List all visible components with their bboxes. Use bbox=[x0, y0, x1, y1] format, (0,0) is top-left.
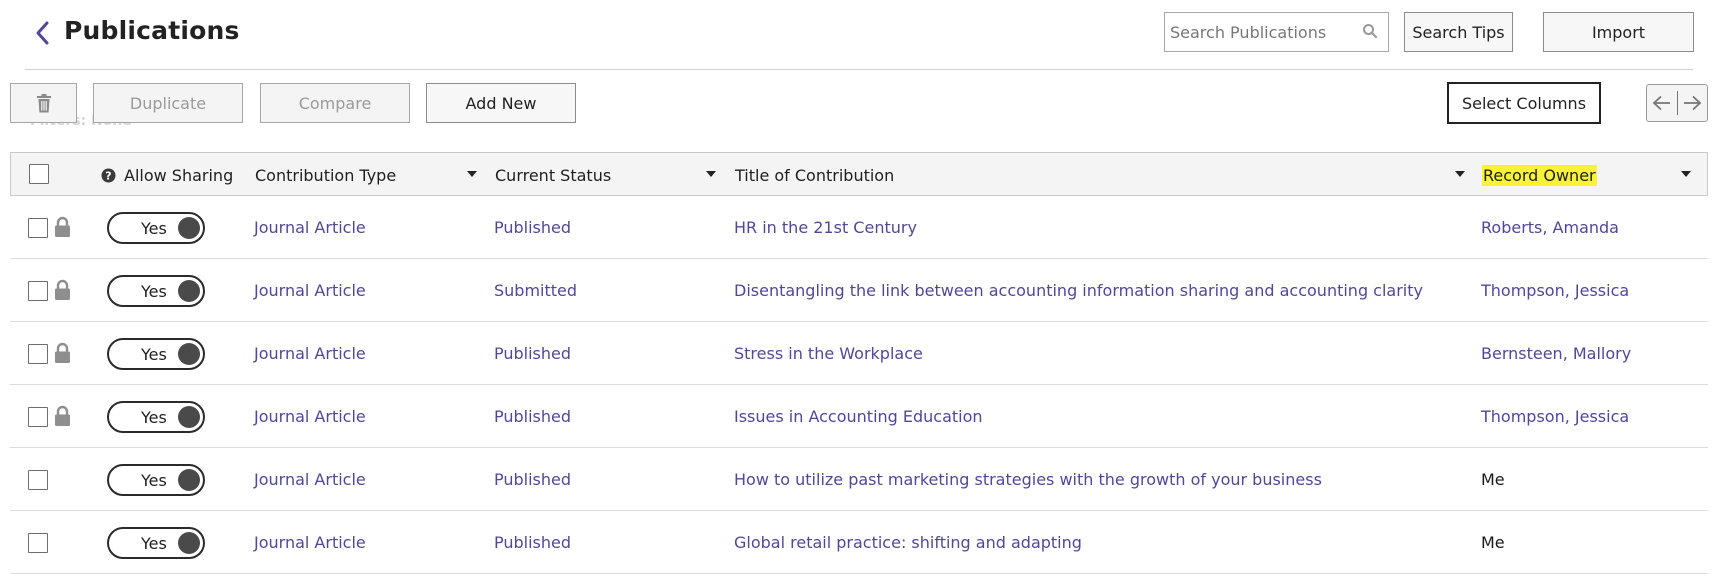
table-row: Yes Journal Article Published Global ret… bbox=[10, 511, 1708, 574]
title-link[interactable]: Global retail practice: shifting and ada… bbox=[734, 511, 1082, 574]
arrow-left-icon bbox=[1652, 95, 1670, 111]
row-checkbox[interactable] bbox=[28, 407, 48, 427]
contribution-type-link[interactable]: Journal Article bbox=[254, 322, 366, 385]
import-button[interactable]: Import bbox=[1543, 12, 1694, 52]
search-tips-button[interactable]: Search Tips bbox=[1404, 12, 1513, 52]
contribution-type-link[interactable]: Journal Article bbox=[254, 511, 366, 574]
contribution-type-link[interactable]: Journal Article bbox=[254, 448, 366, 511]
row-checkbox[interactable] bbox=[28, 470, 48, 490]
table-row: Yes Journal Article Published How to uti… bbox=[10, 448, 1708, 511]
record-owner[interactable]: Thompson, Jessica bbox=[1481, 259, 1629, 322]
row-checkbox[interactable] bbox=[28, 344, 48, 364]
title-link[interactable]: Stress in the Workplace bbox=[734, 322, 923, 385]
trash-icon bbox=[36, 93, 51, 112]
allow-sharing-toggle[interactable]: Yes bbox=[107, 275, 205, 307]
contribution-type-link[interactable]: Journal Article bbox=[254, 196, 366, 259]
allow-sharing-toggle[interactable]: Yes bbox=[107, 401, 205, 433]
sort-caret-icon[interactable] bbox=[1455, 171, 1465, 177]
compare-button[interactable]: Compare bbox=[260, 83, 410, 123]
toggle-knob bbox=[178, 532, 200, 554]
table-row: Yes Journal Article Submitted Disentangl… bbox=[10, 259, 1708, 322]
record-owner[interactable]: Bernsteen, Mallory bbox=[1481, 322, 1631, 385]
add-new-button[interactable]: Add New bbox=[426, 83, 576, 123]
record-owner[interactable]: Thompson, Jessica bbox=[1481, 385, 1629, 448]
row-checkbox[interactable] bbox=[28, 533, 48, 553]
column-record-owner-label: Record Owner bbox=[1482, 164, 1597, 186]
title-link[interactable]: How to utilize past marketing strategies… bbox=[734, 448, 1322, 511]
allow-sharing-value: Yes bbox=[141, 408, 167, 427]
contribution-type-link[interactable]: Journal Article bbox=[254, 385, 366, 448]
sort-caret-icon[interactable] bbox=[467, 171, 477, 177]
svg-text:?: ? bbox=[105, 169, 111, 182]
column-contribution-type-label: Contribution Type bbox=[255, 165, 397, 185]
allow-sharing-toggle[interactable]: Yes bbox=[107, 212, 205, 244]
current-status-link[interactable]: Published bbox=[494, 196, 571, 259]
next-button[interactable] bbox=[1678, 85, 1708, 121]
search-input[interactable] bbox=[1165, 13, 1355, 51]
toggle-knob bbox=[178, 217, 200, 239]
sort-caret-icon[interactable] bbox=[706, 171, 716, 177]
chevron-left-icon[interactable] bbox=[32, 18, 54, 48]
table-row: Yes Journal Article Published Issues in … bbox=[10, 385, 1708, 448]
header-divider bbox=[25, 69, 1693, 70]
contribution-type-link[interactable]: Journal Article bbox=[254, 259, 366, 322]
record-owner[interactable]: Roberts, Amanda bbox=[1481, 196, 1619, 259]
table-row: Yes Journal Article Published Stress in … bbox=[10, 322, 1708, 385]
select-columns-button[interactable]: Select Columns bbox=[1447, 82, 1601, 124]
row-checkbox[interactable] bbox=[28, 218, 48, 238]
pagination-arrows bbox=[1646, 84, 1708, 122]
allow-sharing-toggle[interactable]: Yes bbox=[107, 464, 205, 496]
lock-icon bbox=[55, 216, 70, 237]
column-allow-sharing: ? Allow Sharing bbox=[101, 153, 233, 197]
column-title[interactable]: Title of Contribution bbox=[735, 153, 894, 197]
table-row: Yes Journal Article Published HR in the … bbox=[10, 196, 1708, 259]
record-owner[interactable]: Me bbox=[1481, 511, 1505, 574]
sort-caret-icon[interactable] bbox=[1681, 171, 1691, 177]
allow-sharing-value: Yes bbox=[141, 219, 167, 238]
current-status-link[interactable]: Published bbox=[494, 385, 571, 448]
current-status-link[interactable]: Published bbox=[494, 511, 571, 574]
duplicate-button[interactable]: Duplicate bbox=[93, 83, 243, 123]
search-box bbox=[1164, 12, 1389, 52]
current-status-link[interactable]: Published bbox=[494, 322, 571, 385]
record-owner[interactable]: Me bbox=[1481, 448, 1505, 511]
column-title-label: Title of Contribution bbox=[735, 165, 895, 185]
lock-icon bbox=[55, 279, 70, 300]
toggle-knob bbox=[178, 280, 200, 302]
row-checkbox[interactable] bbox=[28, 281, 48, 301]
title-link[interactable]: Issues in Accounting Education bbox=[734, 385, 983, 448]
page-header: Publications Search Tips Import bbox=[0, 0, 1717, 70]
select-all-checkbox[interactable] bbox=[29, 164, 49, 184]
delete-button[interactable] bbox=[10, 83, 77, 123]
column-current-status[interactable]: Current Status bbox=[495, 153, 611, 197]
column-current-status-label: Current Status bbox=[495, 165, 612, 185]
publications-table: ? Allow Sharing Contribution Type Curren… bbox=[10, 152, 1708, 574]
allow-sharing-value: Yes bbox=[141, 534, 167, 553]
arrow-right-icon bbox=[1684, 95, 1702, 111]
column-allow-sharing-label: Allow Sharing bbox=[124, 165, 234, 185]
column-record-owner[interactable]: Record Owner bbox=[1482, 153, 1597, 197]
help-icon[interactable]: ? bbox=[101, 168, 116, 183]
search-icon[interactable] bbox=[1362, 23, 1378, 39]
title-link[interactable]: Disentangling the link between accountin… bbox=[734, 259, 1423, 322]
allow-sharing-value: Yes bbox=[141, 282, 167, 301]
current-status-link[interactable]: Submitted bbox=[494, 259, 577, 322]
table-body: Yes Journal Article Published HR in the … bbox=[10, 196, 1708, 574]
lock-icon bbox=[55, 342, 70, 363]
toggle-knob bbox=[178, 343, 200, 365]
lock-icon bbox=[55, 405, 70, 426]
column-contribution-type[interactable]: Contribution Type bbox=[255, 153, 396, 197]
title-link[interactable]: HR in the 21st Century bbox=[734, 196, 917, 259]
page-title: Publications bbox=[64, 16, 240, 45]
table-header: ? Allow Sharing Contribution Type Curren… bbox=[10, 152, 1708, 196]
allow-sharing-value: Yes bbox=[141, 345, 167, 364]
current-status-link[interactable]: Published bbox=[494, 448, 571, 511]
allow-sharing-value: Yes bbox=[141, 471, 167, 490]
toggle-knob bbox=[178, 406, 200, 428]
allow-sharing-toggle[interactable]: Yes bbox=[107, 338, 205, 370]
toggle-knob bbox=[178, 469, 200, 491]
allow-sharing-toggle[interactable]: Yes bbox=[107, 527, 205, 559]
previous-button[interactable] bbox=[1647, 85, 1677, 121]
